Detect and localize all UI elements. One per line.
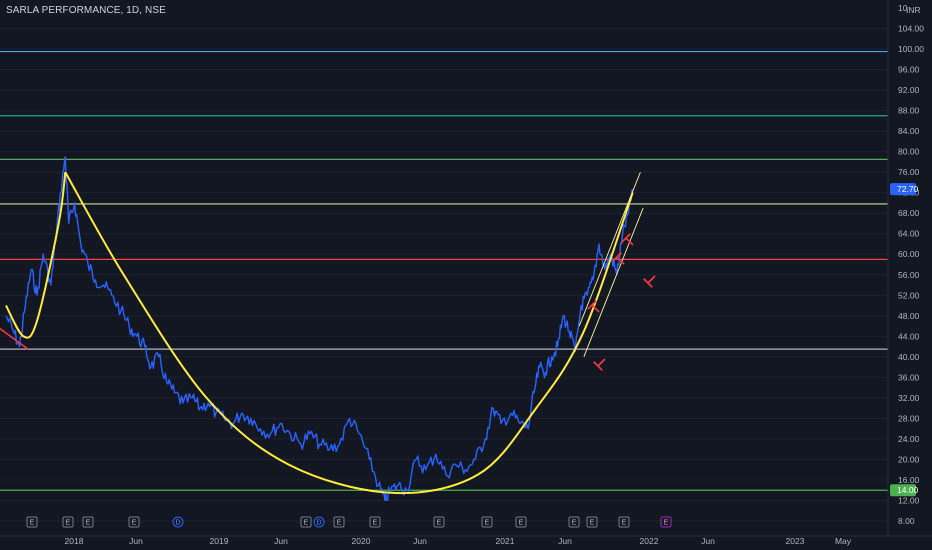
arrow-shaft [647, 275, 656, 284]
event-label: E [304, 520, 309, 527]
event-label: E [485, 520, 490, 527]
event-marker[interactable]: D [313, 516, 325, 528]
event-label: E [622, 520, 627, 527]
y-tick-label: 28.00 [898, 413, 920, 423]
event-label: E [30, 520, 35, 527]
y-tick-label: 96.00 [898, 65, 920, 75]
event-markers: EEEEDEDEEEEEEEEE [26, 516, 672, 528]
x-tick-label: 2019 [210, 536, 229, 546]
event-label: E [66, 520, 71, 527]
event-label: E [590, 520, 595, 527]
currency-label: INR [906, 5, 921, 15]
event-marker[interactable]: E [660, 516, 672, 528]
y-tick-label: 40.00 [898, 352, 920, 362]
event-marker[interactable]: E [369, 516, 381, 528]
arrow-shaft [625, 237, 634, 246]
event-marker[interactable]: E [128, 516, 140, 528]
arrow-annotation [643, 275, 656, 288]
y-tick-label: 52.00 [898, 290, 920, 300]
price-chart[interactable]: EEEEDEDEEEEEEEEE 10INR104.00100.0096.009… [0, 0, 932, 550]
y-tick-label: 44.00 [898, 331, 920, 341]
y-tick-label: 68.00 [898, 208, 920, 218]
x-tick-label: 2020 [352, 536, 371, 546]
event-label: E [86, 520, 91, 527]
y-tick-label: 20.00 [898, 454, 920, 464]
x-tick-label: Jun [129, 536, 143, 546]
channel-lines [578, 171, 644, 357]
cup-curve [5, 171, 67, 339]
event-label: D [316, 520, 321, 527]
horizontal-levels [0, 50, 888, 491]
cup-curve [64, 171, 634, 495]
event-marker[interactable]: E [618, 516, 630, 528]
cup-curves [0, 171, 634, 495]
y-tick-label: 64.00 [898, 229, 920, 239]
event-marker[interactable]: E [568, 516, 580, 528]
y-tick-label: 12.00 [898, 495, 920, 505]
y-tick-label: 36.00 [898, 372, 920, 382]
y-tick-label: 32.00 [898, 393, 920, 403]
event-label: E [337, 520, 342, 527]
y-tick-label: 88.00 [898, 106, 920, 116]
price-series [5, 156, 634, 502]
y-tick-label: 48.00 [898, 311, 920, 321]
x-tick-label: 2023 [786, 536, 805, 546]
y-tick-label: 84.00 [898, 126, 920, 136]
x-tick-label: 2022 [640, 536, 659, 546]
y-tick-label: 76.00 [898, 167, 920, 177]
y-tick-label: 104.00 [898, 24, 924, 34]
y-tick-label: 60.00 [898, 249, 920, 259]
event-marker[interactable]: E [26, 516, 38, 528]
event-marker[interactable]: E [62, 516, 74, 528]
event-label: E [373, 520, 378, 527]
grid [0, 28, 888, 522]
x-tick-label: Jun [701, 536, 715, 546]
arrow-shaft [597, 358, 606, 367]
event-marker[interactable]: D [172, 516, 184, 528]
x-axis: 2018 Jun 2019 Jun 2020 Jun 2021 Jun 2022 Jun 2023 M… [0, 535, 932, 550]
x-tick-label: Jun [413, 536, 427, 546]
price-badge-label: 72.70 [897, 184, 919, 194]
arrow-annotation [593, 358, 606, 371]
event-label: E [664, 520, 669, 527]
y-tick-label: 24.00 [898, 434, 920, 444]
y-tick-label: 80.00 [898, 147, 920, 157]
event-label: E [132, 520, 137, 527]
event-label: E [572, 520, 577, 527]
event-label: E [437, 520, 442, 527]
arrow-annotation [621, 233, 634, 246]
y-tick-label: 56.00 [898, 270, 920, 280]
x-tick-label: May [835, 536, 852, 546]
y-tick-label: 100.00 [898, 44, 924, 54]
event-marker[interactable]: E [515, 516, 527, 528]
event-marker[interactable]: E [333, 516, 345, 528]
event-marker[interactable]: E [82, 516, 94, 528]
x-tick-label: 2018 [65, 536, 84, 546]
channel-line [583, 207, 644, 357]
y-tick-label: 8.00 [898, 516, 915, 526]
price-line [5, 156, 634, 502]
level-badge-label: 14.00 [897, 485, 919, 495]
x-tick-label: Jun [558, 536, 572, 546]
event-label: D [175, 520, 180, 527]
y-tick-label: 16.00 [898, 475, 920, 485]
x-tick-label: Jun [274, 536, 288, 546]
event-label: E [519, 520, 524, 527]
event-marker[interactable]: E [481, 516, 493, 528]
y-tick-label: 92.00 [898, 85, 920, 95]
event-marker[interactable]: E [300, 516, 312, 528]
x-tick-label: 2021 [496, 536, 515, 546]
channel-line [578, 171, 641, 327]
y-axis: 10INR104.00100.0096.0092.0088.0084.0080.… [887, 0, 932, 550]
event-marker[interactable]: E [433, 516, 445, 528]
event-marker[interactable]: E [586, 516, 598, 528]
